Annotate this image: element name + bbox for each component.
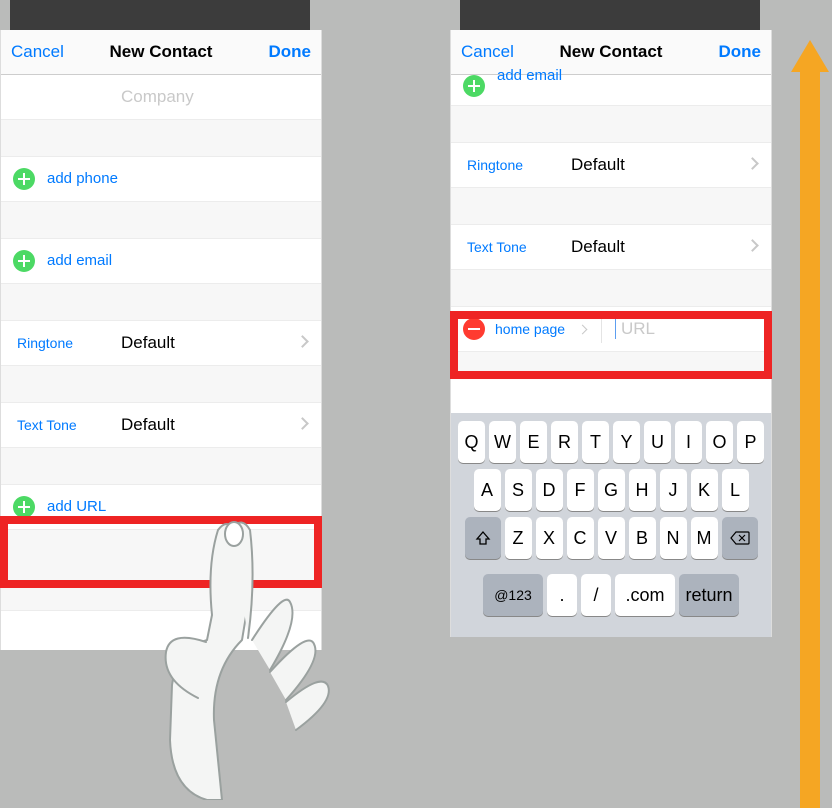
minus-icon[interactable] bbox=[463, 318, 485, 340]
shift-key[interactable] bbox=[465, 517, 501, 559]
chevron-right-icon bbox=[296, 417, 309, 430]
spacer bbox=[1, 202, 321, 239]
dotcom-key[interactable]: .com bbox=[615, 574, 675, 616]
chevron-right-icon bbox=[746, 157, 759, 170]
key-s[interactable]: S bbox=[505, 469, 532, 511]
texttone-value: Default bbox=[571, 225, 625, 269]
texttone-row[interactable]: Text Tone Default bbox=[1, 403, 321, 448]
slash-key[interactable]: / bbox=[581, 574, 611, 616]
key-w[interactable]: W bbox=[489, 421, 516, 463]
chevron-right-icon bbox=[746, 239, 759, 252]
key-u[interactable]: U bbox=[644, 421, 671, 463]
add-email-row[interactable]: add email bbox=[451, 75, 771, 106]
chevron-right-icon bbox=[296, 335, 309, 348]
add-phone-row[interactable]: add phone bbox=[1, 157, 321, 202]
spacer bbox=[1, 284, 321, 321]
key-m[interactable]: M bbox=[691, 517, 718, 559]
left-phone: Cancel New Contact Done Company add phon… bbox=[0, 30, 322, 650]
ringtone-label: Ringtone bbox=[467, 143, 523, 187]
add-email-label: add email bbox=[497, 65, 562, 87]
key-g[interactable]: G bbox=[598, 469, 625, 511]
tutorial-arrow-stem bbox=[800, 68, 820, 808]
key-e[interactable]: E bbox=[520, 421, 547, 463]
chevron-right-icon bbox=[578, 325, 588, 335]
return-key[interactable]: return bbox=[679, 574, 739, 616]
key-k[interactable]: K bbox=[691, 469, 718, 511]
company-placeholder: Company bbox=[121, 75, 194, 119]
spacer bbox=[1, 120, 321, 157]
spacer bbox=[1, 530, 321, 611]
texttone-label: Text Tone bbox=[17, 403, 77, 447]
key-f[interactable]: F bbox=[567, 469, 594, 511]
key-p[interactable]: P bbox=[737, 421, 764, 463]
plus-icon bbox=[13, 168, 35, 190]
ringtone-label: Ringtone bbox=[17, 321, 73, 365]
key-q[interactable]: Q bbox=[458, 421, 485, 463]
numbers-key[interactable]: @123 bbox=[483, 574, 543, 616]
key-y[interactable]: Y bbox=[613, 421, 640, 463]
keyboard-row-1: Q W E R T Y U I O P bbox=[451, 421, 771, 463]
done-button[interactable]: Done bbox=[719, 30, 762, 74]
spacer bbox=[451, 352, 771, 373]
divider bbox=[601, 315, 602, 343]
keyboard-row-3: Z X C V B N M bbox=[451, 517, 771, 559]
spacer bbox=[451, 188, 771, 225]
add-phone-label: add phone bbox=[47, 157, 118, 201]
spacer bbox=[451, 270, 771, 307]
key-r[interactable]: R bbox=[551, 421, 578, 463]
url-row[interactable]: home page URL bbox=[451, 307, 771, 352]
texttone-row[interactable]: Text Tone Default bbox=[451, 225, 771, 270]
key-i[interactable]: I bbox=[675, 421, 702, 463]
add-email-row[interactable]: add email bbox=[1, 239, 321, 284]
backspace-key[interactable] bbox=[722, 517, 758, 559]
key-c[interactable]: C bbox=[567, 517, 594, 559]
spacer bbox=[1, 448, 321, 485]
key-v[interactable]: V bbox=[598, 517, 625, 559]
tutorial-arrow-head bbox=[791, 40, 829, 72]
plus-icon bbox=[463, 75, 485, 97]
key-z[interactable]: Z bbox=[505, 517, 532, 559]
texttone-label: Text Tone bbox=[467, 225, 527, 269]
key-j[interactable]: J bbox=[660, 469, 687, 511]
key-t[interactable]: T bbox=[582, 421, 609, 463]
add-url-label: add URL bbox=[47, 485, 106, 529]
texttone-value: Default bbox=[121, 403, 175, 447]
done-button[interactable]: Done bbox=[269, 30, 312, 74]
add-url-row[interactable]: add URL bbox=[1, 485, 321, 530]
url-kind-label[interactable]: home page bbox=[495, 307, 565, 351]
key-o[interactable]: O bbox=[706, 421, 733, 463]
step2-banner bbox=[460, 0, 760, 30]
plus-icon bbox=[13, 496, 35, 518]
cancel-button[interactable]: Cancel bbox=[11, 30, 64, 74]
ringtone-value: Default bbox=[571, 143, 625, 187]
url-placeholder[interactable]: URL bbox=[621, 307, 655, 351]
spacer bbox=[1, 366, 321, 403]
right-phone: Cancel New Contact Done add email Ringto… bbox=[450, 30, 772, 637]
ringtone-value: Default bbox=[121, 321, 175, 365]
plus-icon bbox=[13, 250, 35, 272]
key-h[interactable]: H bbox=[629, 469, 656, 511]
step1-banner bbox=[10, 0, 310, 30]
key-a[interactable]: A bbox=[474, 469, 501, 511]
key-d[interactable]: D bbox=[536, 469, 563, 511]
keyboard-row-4: @123 . / .com return bbox=[451, 565, 771, 625]
dot-key[interactable]: . bbox=[547, 574, 577, 616]
key-l[interactable]: L bbox=[722, 469, 749, 511]
ios-keyboard: Q W E R T Y U I O P A S D F G H J K L bbox=[451, 413, 771, 637]
ringtone-row[interactable]: Ringtone Default bbox=[451, 143, 771, 188]
key-x[interactable]: X bbox=[536, 517, 563, 559]
key-b[interactable]: B bbox=[629, 517, 656, 559]
add-email-label: add email bbox=[47, 239, 112, 283]
spacer bbox=[451, 106, 771, 143]
keyboard-row-2: A S D F G H J K L bbox=[451, 469, 771, 511]
key-n[interactable]: N bbox=[660, 517, 687, 559]
ringtone-row[interactable]: Ringtone Default bbox=[1, 321, 321, 366]
nav-bar: Cancel New Contact Done bbox=[1, 30, 321, 75]
text-caret bbox=[615, 319, 616, 339]
company-field[interactable]: Company bbox=[1, 75, 321, 120]
